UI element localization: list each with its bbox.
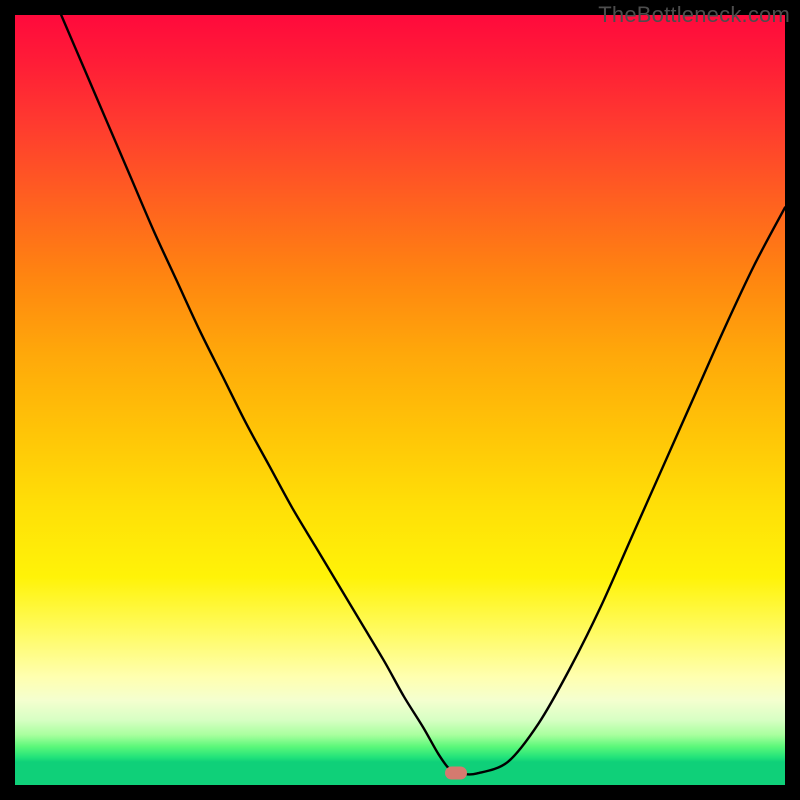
plot-area (15, 15, 785, 785)
bottleneck-curve (15, 15, 785, 785)
chart-stage: TheBottleneck.com (0, 0, 800, 800)
optimal-marker (445, 767, 467, 780)
watermark-label: TheBottleneck.com (598, 2, 790, 28)
